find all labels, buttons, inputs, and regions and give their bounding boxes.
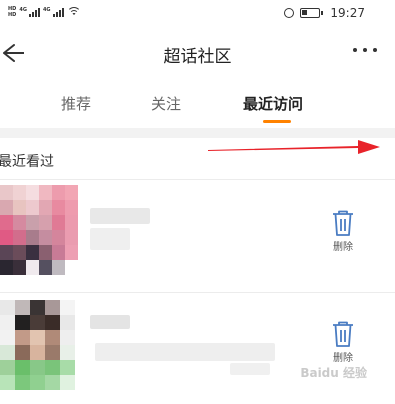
blurred-subtitle [90,228,130,250]
status-time: 19:27 [330,6,365,20]
tab-bar: 推荐 关注 最近访问 [0,78,395,124]
battery-icon [300,8,324,18]
delete-label: 删除 [333,242,353,253]
avatar [0,185,78,275]
blurred-subtitle [230,363,270,375]
tab-follow[interactable]: 关注 [151,93,181,114]
trash-icon [333,321,353,347]
trash-icon [333,210,353,236]
section-title: 最近看过 [0,154,54,170]
more-dots-icon[interactable] [353,48,377,52]
network-indicators: HD HD 4G 4G [8,6,81,18]
status-bar: HD HD 4G 4G 19:27 [0,0,395,28]
avatar [0,300,78,397]
list-item[interactable]: 删除 [0,180,395,280]
watermark: Baidu 经验 [300,366,367,380]
blurred-subtitle [95,343,275,361]
delete-label: 删除 [333,353,353,364]
page-title: 超话社区 [163,47,232,67]
annotation-arrow-icon [208,140,380,154]
active-tab-indicator [263,120,291,123]
wifi-icon [66,7,81,17]
tab-recent-visits[interactable]: 最近访问 [243,93,303,114]
signal-icon: 4G [19,7,40,17]
blurred-title [90,315,130,329]
top-navigation-bar: 超话社区 [0,28,395,78]
alarm-icon [284,8,295,18]
blurred-title [90,208,150,224]
hd-badge: HD HD [8,6,17,18]
delete-button[interactable]: 删除 [323,210,363,260]
tab-recommend[interactable]: 推荐 [61,93,91,114]
signal-icon-2: 4G [43,7,64,17]
